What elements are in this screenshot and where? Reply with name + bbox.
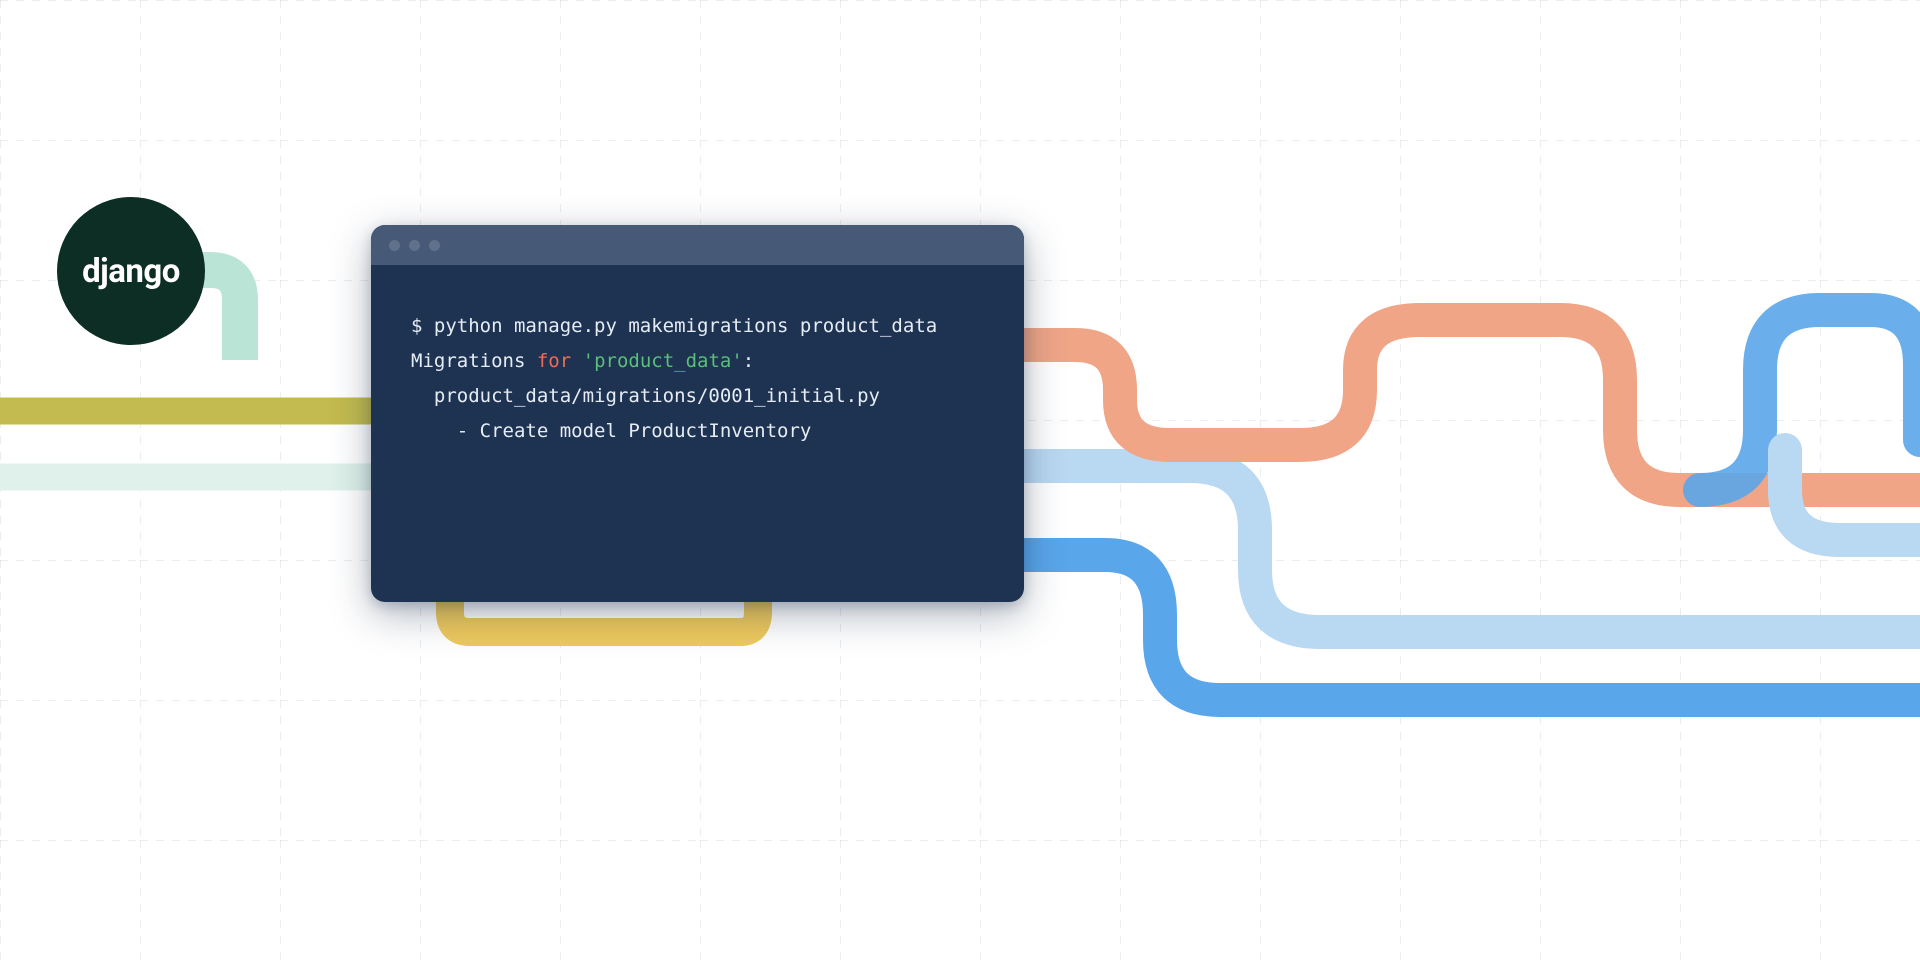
django-logo-text: django [82,252,180,291]
terminal-titlebar [371,225,1024,265]
terminal-string-literal: 'product_data' [583,350,743,372]
terminal-window: $ python manage.py makemigrations produc… [371,225,1024,602]
terminal-keyword-for: for [537,350,571,372]
terminal-line-1: $ python manage.py makemigrations produc… [411,315,937,337]
terminal-line-2-prefix: Migrations [411,350,537,372]
django-logo-badge: django [57,197,205,345]
terminal-line-4: - Create model ProductInventory [411,420,811,442]
traffic-light-close-icon [389,240,400,251]
traffic-light-zoom-icon [429,240,440,251]
traffic-light-minimize-icon [409,240,420,251]
terminal-line-3: product_data/migrations/0001_initial.py [411,385,880,407]
terminal-body: $ python manage.py makemigrations produc… [371,265,1024,494]
